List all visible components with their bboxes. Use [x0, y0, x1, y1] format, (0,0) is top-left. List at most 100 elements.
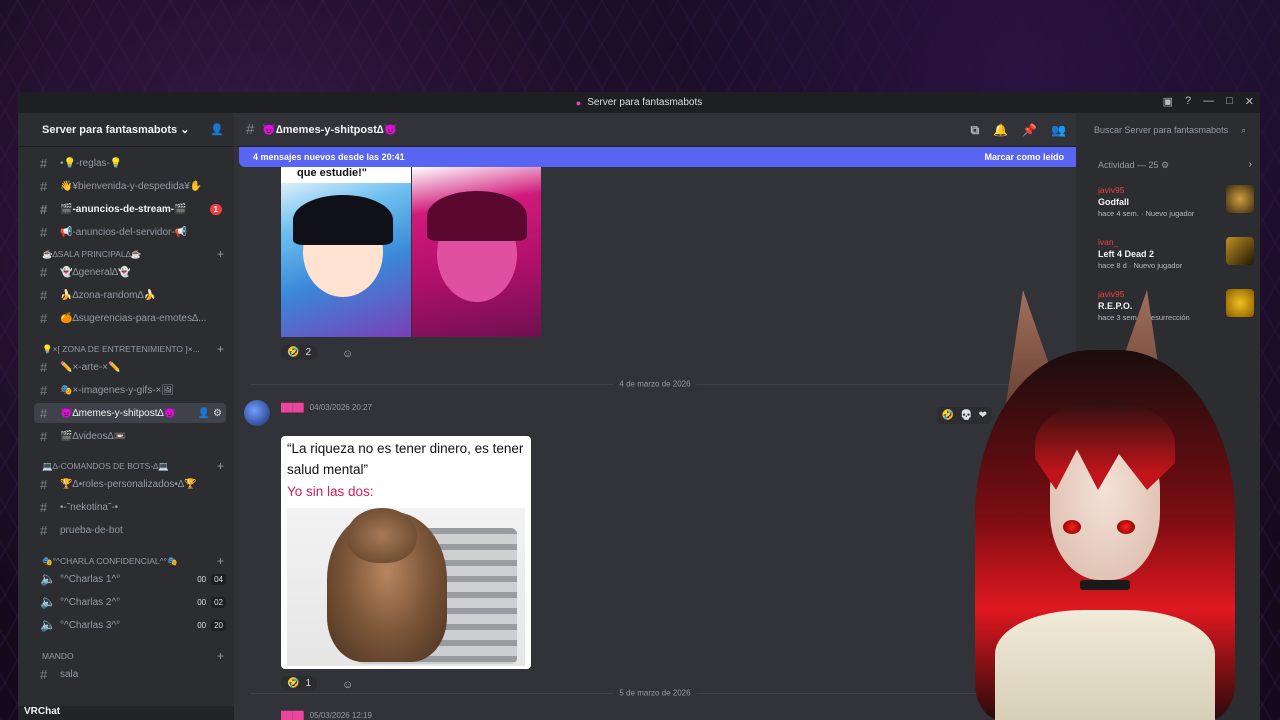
game-thumbnail [1226, 289, 1254, 317]
search-icon: ⌕ [1240, 124, 1246, 135]
channel-memes-active[interactable]: # 😈∆memes-y-shitpost∆😈 👤 ⚙ [34, 403, 226, 423]
reaction-rofl[interactable]: 🤣 1 [281, 676, 318, 691]
meme-image-1[interactable]: que estudie!" [281, 167, 541, 337]
hash-icon: # [40, 287, 48, 303]
category-charla[interactable]: 🎭°^CHARLA CONFIDENCIAL^°🎭 + [42, 554, 224, 568]
server-header[interactable]: Server para fantasmabots ⌄ 👤 [18, 113, 234, 147]
voice-channel-1[interactable]: 🔈 °^Charlas 1^° 00 04 [34, 569, 226, 589]
channel-prueba-bot[interactable]: # prueba-de-bot [34, 520, 226, 540]
channel-reglas[interactable]: # •💡-reglas-💡 [34, 153, 226, 173]
activity-header: Actividad — 25 ⚙ [1098, 160, 1170, 170]
hash-icon: # [40, 201, 48, 217]
plus-icon[interactable]: + [217, 459, 224, 473]
chat-area: # 😈∆memes-y-shitpost∆😈 ⧉ 🔔 📌 👥 4 mensaje… [234, 113, 1094, 720]
message-header: ████ 05/03/2026 12:19 [281, 711, 372, 720]
channel-arte[interactable]: # ✏️×-arte-×✏️ [34, 357, 226, 377]
hash-icon: # [40, 666, 48, 682]
channel-nekotina[interactable]: # •-˜nekotina˜-• [34, 497, 226, 517]
activity-card[interactable]: javiv95 R.E.P.O. hace 3 sem. · Resurrecc… [1098, 289, 1254, 337]
avatar[interactable] [244, 400, 270, 426]
plus-icon[interactable]: + [217, 342, 224, 356]
chat-header: # 😈∆memes-y-shitpost∆😈 ⧉ 🔔 📌 👥 [234, 113, 1076, 147]
chevron-down-icon: ⌄ [180, 124, 190, 136]
minimize-icon[interactable]: — [1203, 95, 1214, 108]
hash-icon: # [40, 264, 48, 280]
date-divider: 5 de marzo de 2026 [250, 688, 1060, 698]
channel-settings-icon[interactable]: 👤 ⚙ [198, 408, 222, 419]
new-messages-banner[interactable]: 4 mensajes nuevos desde las 20:41 Marcar… [239, 147, 1094, 167]
channel-bienvenida[interactable]: # 👋¥bienvenida-y-despedida¥✋ [34, 176, 226, 196]
rofl-emoji-icon: 🤣 [287, 347, 300, 358]
hash-icon: # [40, 155, 48, 171]
category-mando[interactable]: MANDO + [42, 649, 224, 663]
activity-card[interactable]: javiv95 Godfall hace 4 sem. · Nuevo juga… [1098, 185, 1254, 233]
channel-anuncios-stream[interactable]: # 🎬-anuncios-de-stream-🎬 1 [34, 199, 226, 219]
channel-anuncios-servidor[interactable]: # 📢-anuncios-del-servidor-📢 [34, 222, 226, 242]
plus-icon[interactable]: + [217, 649, 224, 663]
title-bar: ● Server para fantasmabots ▣ ? — □ ✕ [18, 92, 1260, 113]
channel-general[interactable]: # 👻∆general∆👻 [34, 262, 226, 282]
category-bots[interactable]: 💻∆-COMANDOS DE BOTS-∆💻 + [42, 459, 224, 473]
hash-icon: # [40, 310, 48, 326]
voice-count: 00 20 [194, 619, 226, 631]
plus-icon[interactable]: + [217, 247, 224, 261]
rofl-emoji-icon[interactable]: 🤣 [942, 410, 954, 421]
add-member-icon[interactable]: 👤 [210, 123, 224, 136]
message-hover-bar: 🤣 💀 ❤ [936, 407, 992, 424]
plus-icon[interactable]: + [217, 554, 224, 568]
game-thumbnail [1226, 237, 1254, 265]
voice-count: 00 02 [194, 596, 226, 608]
search-input[interactable]: Buscar Server para fantasmabots ⌕ [1090, 122, 1250, 138]
channel-imagenes[interactable]: # 🎭×-imagenes-y-gifs-×🖼 [34, 380, 226, 400]
channel-sala[interactable]: # sala [34, 664, 226, 684]
help-icon[interactable]: ? [1185, 95, 1191, 108]
bell-icon[interactable]: 🔔 [993, 123, 1008, 138]
gear-icon[interactable]: ⚙ [1161, 160, 1169, 170]
role-header: BOT — 2 [1128, 367, 1164, 377]
hash-icon: # [40, 499, 48, 515]
author-name[interactable]: ████ [281, 403, 304, 412]
close-icon[interactable]: ✕ [1245, 95, 1254, 108]
channel-zona-random[interactable]: # 🍌∆zona-random∆🍌 [34, 285, 226, 305]
heart-emoji-icon[interactable]: ❤ [979, 410, 987, 421]
channel-sugerencias[interactable]: # 🍊∆sugerencias-para-emotes∆... [34, 308, 226, 328]
chevron-right-icon[interactable]: › [1249, 159, 1252, 170]
hash-icon: # [40, 522, 48, 538]
author-name[interactable]: ████ [281, 711, 304, 720]
threads-icon[interactable]: ⧉ [971, 123, 980, 138]
inbox-icon[interactable]: ▣ [1163, 95, 1173, 108]
hash-icon: # [40, 178, 48, 194]
members-icon[interactable]: 👥 [1051, 123, 1066, 138]
mark-as-read-button[interactable]: Marcar como leído [984, 152, 1064, 162]
speaker-icon: 🔈 [40, 594, 57, 609]
maximize-icon[interactable]: □ [1226, 95, 1233, 108]
reaction-rofl[interactable]: 🤣 2 [281, 345, 318, 360]
anime-panel-right [412, 167, 541, 337]
hash-icon: # [246, 121, 255, 138]
meme-image-2[interactable]: “La riqueza no es tener dinero, es tener… [281, 436, 531, 669]
discord-window: ● Server para fantasmabots ▣ ? — □ ✕ Ser… [18, 92, 1260, 720]
voice-channel-2[interactable]: 🔈 °^Charlas 2^° 00 02 [34, 592, 226, 612]
user-panel[interactable]: VRChat [18, 706, 234, 720]
add-reaction-icon[interactable]: ☺ [342, 679, 353, 691]
hash-icon: # [40, 476, 48, 492]
activity-card[interactable]: ivan_ Left 4 Dead 2 hace 8 d · Nuevo jug… [1098, 237, 1254, 285]
add-reaction-icon[interactable]: ☺ [342, 348, 353, 360]
voice-count: 00 04 [194, 573, 226, 585]
meme-caption: que estudie!" [281, 167, 411, 183]
hash-icon: # [40, 359, 48, 375]
date-divider: 4 de marzo de 2026 [250, 379, 1060, 389]
channel-videos[interactable]: # 🎬∆videos∆📼 [34, 426, 226, 446]
voice-channel-3[interactable]: 🔈 °^Charlas 3^° 00 20 [34, 615, 226, 635]
channel-sidebar: Server para fantasmabots ⌄ 👤 # •💡-reglas-… [18, 113, 234, 720]
fox-photo [287, 508, 525, 666]
app-icon: ● [575, 97, 582, 108]
speaker-icon: 🔈 [40, 617, 57, 632]
pin-icon[interactable]: 📌 [1022, 123, 1037, 138]
channel-roles[interactable]: # 🏆∆•roles-personalizados•∆🏆 [34, 474, 226, 494]
category-entretenimiento[interactable]: 💡×[ ZONA DE ENTRETENIMIENTO ]×... + [42, 342, 224, 356]
category-sala-principal[interactable]: ☕∆SALA PRINCIPAL∆☕ + [42, 247, 224, 261]
unread-badge: 1 [209, 203, 222, 215]
skull-emoji-icon[interactable]: 💀 [960, 410, 972, 421]
rofl-emoji-icon: 🤣 [287, 678, 300, 689]
